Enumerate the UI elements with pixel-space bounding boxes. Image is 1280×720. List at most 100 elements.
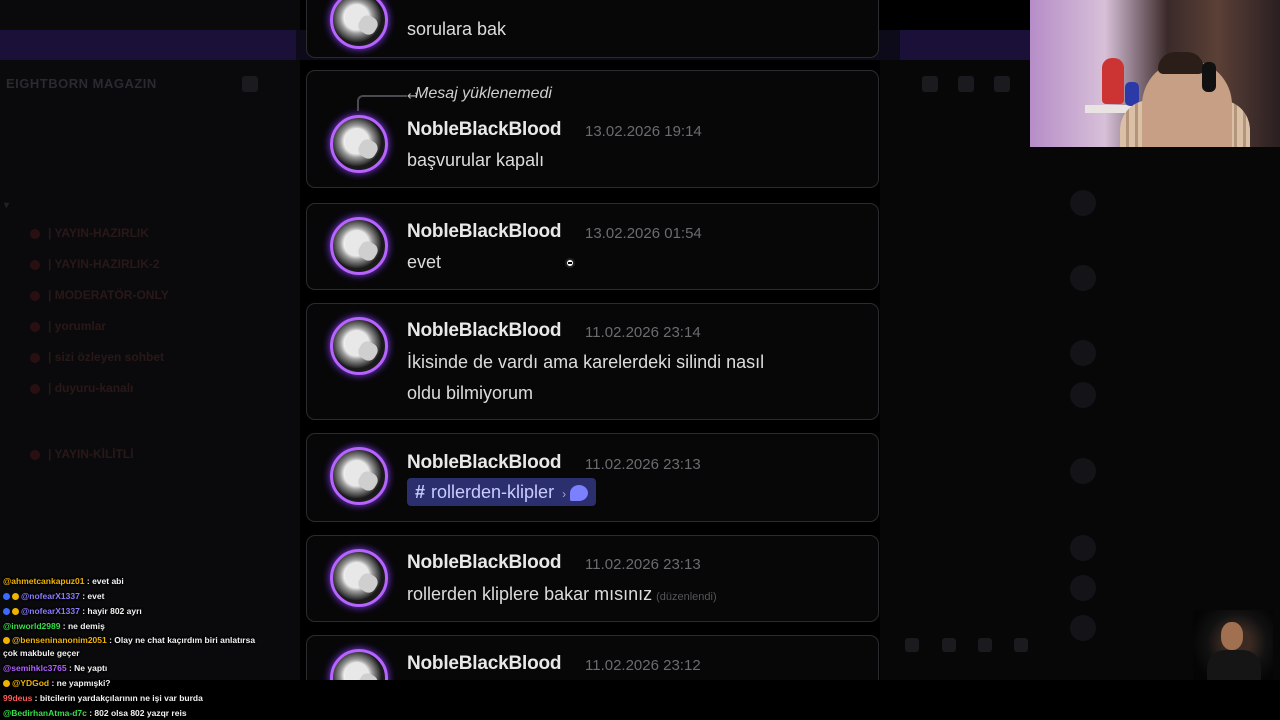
message-text: başvurular kapalı [407,150,545,170]
member-item[interactable] [1070,615,1104,641]
chat-message: 99deus : bitcilerin yardakçılarının ne i… [3,693,203,703]
server-name[interactable]: EIGHTBORN MAGAZIN [6,76,157,91]
message[interactable]: NobleBlackBlood 11.02.2026 23:14 İkisind… [306,303,879,420]
channel-mention-label: rollerden-klipler [431,482,555,502]
message[interactable]: ↩ Mesaj yüklenemedi NobleBlackBlood 13.0… [306,70,879,188]
avatar[interactable] [330,0,388,49]
apps-icon[interactable] [1014,638,1028,652]
sidebar-channel-5[interactable]: | sizi özleyen sohbet [30,350,164,364]
chat-message: @inworld2989 : ne demiş [3,621,105,631]
chat-user: @semihklc3765 [3,663,67,673]
username[interactable]: NobleBlackBlood [407,320,562,342]
badge-icon [12,593,19,600]
avatar[interactable] [330,549,388,607]
message-text: evet [407,252,442,272]
webcam-streamer [1030,0,1280,147]
sidebar-channel-2[interactable]: | YAYIN-HAZIRLIK-2 [30,257,160,271]
chevron-right-icon: › [562,487,567,501]
username[interactable]: NobleBlackBlood [407,452,562,474]
avatar[interactable] [330,317,388,375]
channel-icon [30,383,40,394]
lock-icon [30,449,40,460]
timestamp: 11.02.2026 23:13 [585,556,701,573]
chat-user: @nofearX1337 [21,591,80,601]
sidebar-channel-3[interactable]: | MODERATÖR-ONLY [30,288,169,302]
badge-icon [3,637,10,644]
chat-user: @YDGod [12,678,50,688]
avatar [1070,190,1096,216]
gif-icon[interactable] [942,638,956,652]
chat-message: @nofearX1337 : evet [3,591,104,601]
timestamp: 11.02.2026 23:13 [585,456,701,473]
pin-icon[interactable] [994,76,1010,92]
chat-user: 99deus [3,693,33,703]
chat-message: @nofearX1337 : hayir 802 ayrı [3,606,142,616]
thread-bubble-icon [570,485,589,502]
edited-label: (düzenlendi) [656,591,717,603]
channel-icon [30,352,40,363]
message-text: sorulara bak [407,19,507,39]
message[interactable]: NobleBlackBlood 11.02.2026 23:13 # roller… [306,433,879,522]
sidebar-channel-4[interactable]: | yorumlar [30,319,106,333]
avatar [1070,615,1096,641]
message[interactable]: NobleBlackBlood 11.02.2026 23:12 [306,635,879,680]
member-item[interactable] [1070,535,1104,561]
bell-icon[interactable] [958,76,974,92]
username[interactable]: NobleBlackBlood [407,119,562,141]
avatar [1070,458,1096,484]
username[interactable]: NobleBlackBlood [407,653,562,675]
channel-icon [30,290,40,301]
timestamp: 13.02.2026 01:54 [585,225,702,242]
emoji-icon[interactable] [978,638,992,652]
avatar [1070,535,1096,561]
avatar[interactable] [330,217,388,275]
timestamp: 11.02.2026 23:12 [585,657,701,674]
avatar [1070,575,1096,601]
mouse-cursor [565,258,575,268]
chat-message: @ahmetcankapuz01 : evet abi [3,576,124,586]
badge-icon [3,593,10,600]
message-text-line1: İkisinde de vardı ama karelerdeki silind… [407,352,765,372]
username[interactable]: NobleBlackBlood [407,552,562,574]
message-text-line2: oldu bilmiyorum [407,383,534,403]
chat-message: @semihklc3765 : Ne yaptı [3,663,108,673]
sidebar-channel-1[interactable]: | YAYIN-HAZIRLIK [30,226,149,240]
avatar[interactable] [330,447,388,505]
chat-user: @ahmetcankapuz01 [3,576,85,586]
message-list[interactable]: sorulara bak ↩ Mesaj yüklenemedi NobleBl… [300,0,885,680]
username[interactable]: NobleBlackBlood [407,221,562,243]
sidebar-channel-6[interactable]: | duyuru-kanalı [30,381,133,395]
member-item[interactable] [1070,340,1104,366]
channel-mention[interactable]: # rollerden-klipler › [407,478,597,506]
timestamp: 13.02.2026 19:14 [585,123,702,140]
avatar [1070,265,1096,291]
gift-icon[interactable] [905,638,919,652]
badge-icon [3,608,10,615]
message[interactable]: NobleBlackBlood 13.02.2026 01:54 evet [306,203,879,290]
channel-icon [30,259,40,270]
chat-user: @benseninanonim2051 [12,635,107,645]
threads-icon[interactable] [922,76,938,92]
member-item[interactable] [1070,458,1104,484]
chat-message: @YDGod : ne yapmışki? [3,678,111,688]
reply-preview[interactable]: Mesaj yüklenemedi [415,85,552,103]
category-header: ▾ [4,200,10,211]
chat-user: @BedirhanAtma-d7c [3,708,87,718]
channel-icon [30,228,40,239]
message-text: rollerden kliplere bakar mısınız (düzenle… [407,584,717,604]
avatar [1070,340,1096,366]
member-item[interactable] [1070,190,1104,216]
avatar [1070,382,1096,408]
invite-icon[interactable] [242,76,258,92]
avatar[interactable] [330,649,388,680]
chat-user: @nofearX1337 [21,606,80,616]
message[interactable]: NobleBlackBlood 11.02.2026 23:13 rollerd… [306,535,879,622]
sidebar-channel-locked[interactable]: | YAYIN-KİLİTLİ [30,447,134,461]
avatar[interactable] [330,115,388,173]
timestamp: 11.02.2026 23:14 [585,324,701,341]
member-item[interactable] [1070,382,1104,408]
message[interactable]: sorulara bak [306,0,879,58]
chat-message: @BedirhanAtma-d7c : 802 olsa 802 yazqr r… [3,708,187,718]
member-item[interactable] [1070,265,1104,291]
member-item[interactable] [1070,575,1104,601]
